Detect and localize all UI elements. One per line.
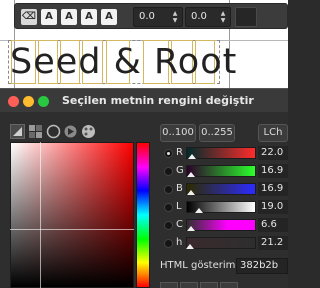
slider-thumb[interactable] <box>186 190 195 195</box>
channel-value-field[interactable]: 6.6 <box>258 218 288 232</box>
channel-radio-b[interactable] <box>164 185 173 194</box>
slider-thumb[interactable] <box>186 244 195 249</box>
channel-slider-b[interactable] <box>186 183 256 195</box>
channel-label: h <box>176 237 183 248</box>
close-window-button[interactable] <box>8 96 19 107</box>
palette-icon[interactable] <box>81 124 96 139</box>
baseline-offset-field[interactable]: 0.0 ▲ ▼ <box>133 7 183 27</box>
spin-arrows-icon[interactable]: ▲ ▼ <box>171 10 179 24</box>
kerning-value: 0.0 <box>191 11 207 22</box>
text-color-swatch[interactable] <box>235 7 257 27</box>
slider-thumb[interactable] <box>188 154 197 159</box>
channel-value-field[interactable]: 16.9 <box>258 182 288 196</box>
text-style-a-icon[interactable]: A <box>81 9 97 25</box>
lch-button[interactable]: LCh <box>258 124 288 142</box>
text-style-a-icon[interactable]: A <box>61 9 77 25</box>
text-toolbar: ⌫ A A A A 0.0 ▲ ▼ 0.0 ▲ ▼ <box>14 3 288 29</box>
channel-radio-c[interactable] <box>164 221 173 230</box>
slider-thumb[interactable] <box>186 226 195 231</box>
zoom-window-button[interactable] <box>38 96 49 107</box>
saturation-value-square[interactable] <box>10 142 134 288</box>
baseline-offset-value: 0.0 <box>139 11 155 22</box>
cmyk-icon[interactable] <box>28 124 43 139</box>
channel-value-field[interactable]: 16.9 <box>258 164 288 178</box>
channel-radio-h[interactable] <box>164 239 173 248</box>
channel-label: B <box>176 183 183 194</box>
channel-slider-h[interactable] <box>186 237 256 249</box>
dialog-button[interactable] <box>160 282 178 288</box>
html-notation-field[interactable]: 382b2b <box>236 258 288 274</box>
text-style-a-icon[interactable]: A <box>101 9 117 25</box>
picker-crosshair <box>10 229 134 230</box>
channel-slider-c[interactable] <box>186 219 256 231</box>
dialog-titlebar[interactable]: Seçilen metnin rengini değiştir <box>0 88 288 112</box>
channel-slider-g[interactable] <box>186 165 256 177</box>
channel-radio-g[interactable] <box>164 167 173 176</box>
html-notation-label: HTML gösterimi: <box>160 260 242 271</box>
slider-thumb[interactable] <box>195 208 204 213</box>
clear-formatting-icon[interactable]: ⌫ <box>21 9 37 25</box>
range-0-100-button[interactable]: 0..100 <box>160 124 196 142</box>
channel-slider-r[interactable] <box>186 147 256 159</box>
canvas-text[interactable]: Seed & Root <box>10 40 237 84</box>
channel-radio-l[interactable] <box>164 203 173 212</box>
picker-crosshair <box>40 142 41 288</box>
channel-value-field[interactable]: 19.0 <box>258 200 288 214</box>
hue-strip[interactable] <box>136 142 150 288</box>
minimize-window-button[interactable] <box>23 96 34 107</box>
canvas-area[interactable]: Seed & Root ⌫ A A A A 0.0 ▲ ▼ 0.0 ▲ ▼ <box>0 0 288 88</box>
dialog-title: Seçilen metnin rengini değiştir <box>62 94 254 107</box>
range-0-255-button[interactable]: 0..255 <box>199 124 235 142</box>
channel-label: G <box>176 165 184 176</box>
channel-label: R <box>176 147 183 158</box>
triangle-picker-icon[interactable] <box>10 124 25 139</box>
channel-value-field[interactable]: 22.0 <box>258 146 288 160</box>
wheel-icon[interactable] <box>63 124 78 139</box>
color-dialog: Seçilen metnin rengini değiştir 0..100 0… <box>0 88 288 288</box>
watercolor-icon[interactable] <box>46 124 61 139</box>
slider-thumb[interactable] <box>186 172 195 177</box>
channel-label: L <box>176 201 182 212</box>
channel-value-field[interactable]: 21.2 <box>258 236 288 250</box>
dialog-button[interactable] <box>200 282 218 288</box>
kerning-field[interactable]: 0.0 ▲ ▼ <box>185 7 231 27</box>
channel-radio-r[interactable] <box>164 149 173 158</box>
text-style-a-icon[interactable]: A <box>41 9 57 25</box>
spin-arrows-icon[interactable]: ▲ ▼ <box>219 10 227 24</box>
dialog-button[interactable] <box>220 282 238 288</box>
dialog-button[interactable] <box>180 282 198 288</box>
channel-label: C <box>176 219 183 230</box>
